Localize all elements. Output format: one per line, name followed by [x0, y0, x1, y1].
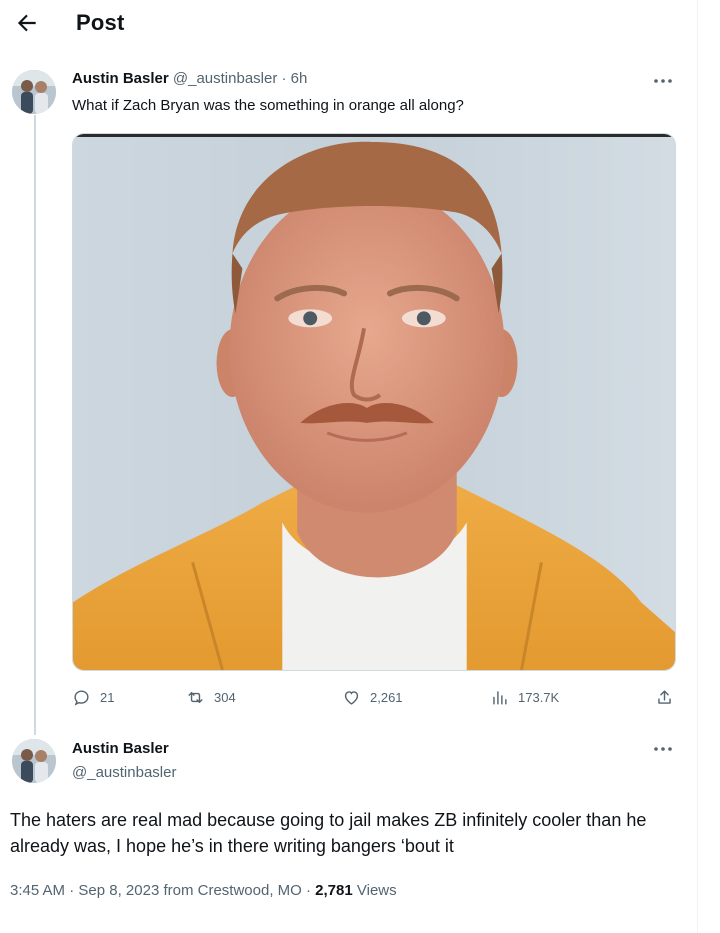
tweet-text: What if Zach Bryan was the something in … [72, 97, 464, 114]
tweet-photo[interactable] [72, 133, 676, 671]
tweet-time[interactable]: 3:45 AM [10, 882, 65, 899]
views-label: Views [352, 882, 397, 899]
separator-dot: · [301, 882, 316, 899]
reply-icon [74, 689, 89, 706]
avatar[interactable] [12, 739, 56, 783]
tweet-location: from Crestwood, MO [159, 882, 302, 899]
avatar-image [12, 739, 56, 783]
separator-dot: · [281, 70, 287, 87]
reply-button[interactable]: 21 [72, 686, 114, 708]
views-button[interactable]: 173.7K [490, 686, 559, 708]
views-icon [493, 690, 507, 705]
page-title: Post [76, 10, 125, 35]
avatar[interactable] [12, 70, 56, 114]
thread-connector-line [34, 115, 36, 735]
share-button[interactable] [655, 686, 674, 708]
repost-count: 304 [214, 689, 236, 705]
author-handle[interactable]: @_austinbasler [72, 764, 176, 781]
more-icon[interactable] [652, 76, 674, 86]
like-icon [344, 690, 359, 705]
avatar-image [12, 70, 56, 114]
share-icon [658, 689, 671, 704]
author-name[interactable]: Austin Basler [72, 740, 169, 757]
tweet-text: The haters are real mad because going to… [10, 810, 647, 856]
views-count: 173.7K [518, 689, 560, 705]
column-border [697, 0, 698, 933]
repost-icon [188, 691, 203, 703]
like-button[interactable]: 2,261 [342, 686, 403, 708]
more-icon[interactable] [652, 744, 674, 754]
author-name[interactable]: Austin Basler [72, 70, 169, 87]
reply-count: 21 [100, 689, 115, 705]
mugshot-image [73, 134, 675, 670]
tweet-header: Austin Basler @_austinbasler · 6h [72, 70, 307, 87]
page-header: Post [0, 0, 697, 48]
repost-button[interactable]: 304 [186, 686, 236, 708]
tweet-metadata: 3:45 AM · Sep 8, 2023 from Crestwood, MO… [10, 882, 397, 899]
tweet-date[interactable]: Sep 8, 2023 [78, 882, 159, 899]
views-count: 2,781 [315, 882, 353, 899]
author-handle[interactable]: @_austinbasler [173, 70, 277, 87]
tweet-timestamp[interactable]: 6h [291, 70, 308, 87]
separator-dot: · [65, 882, 79, 899]
like-count: 2,261 [370, 689, 403, 705]
arrow-left-icon[interactable] [14, 10, 40, 36]
tweet-action-bar: 21 304 2,261 173.7K [72, 686, 676, 708]
